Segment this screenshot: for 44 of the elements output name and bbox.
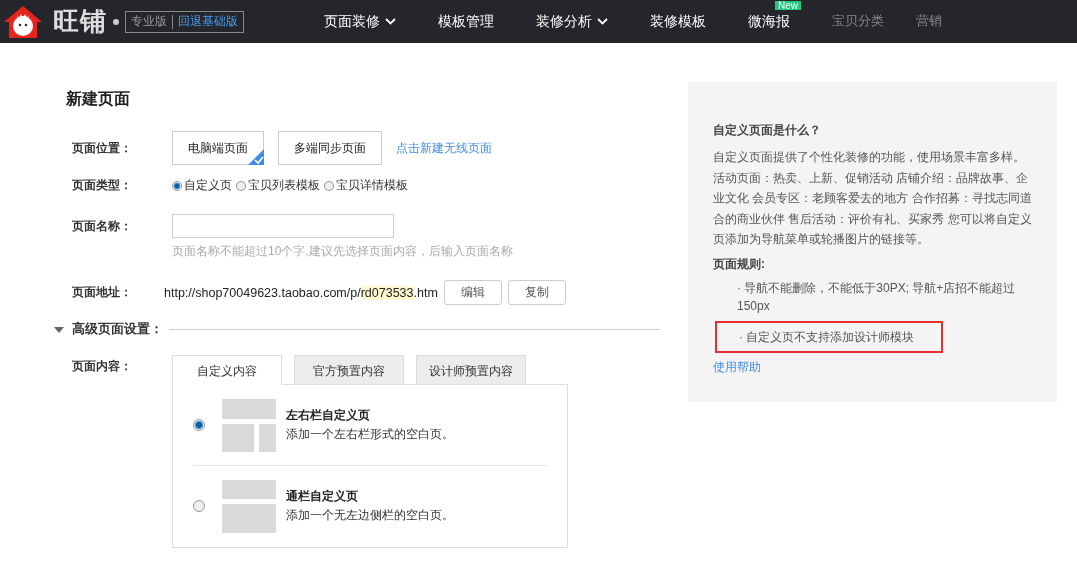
nav-item[interactable]: 装修模板 (650, 12, 706, 31)
logo-text: 旺铺 (53, 5, 107, 38)
page-type-radio[interactable]: 宝贝列表模板 (236, 177, 320, 194)
layout-radio[interactable] (193, 500, 205, 512)
nav-item[interactable]: 模板管理 (438, 12, 494, 31)
help-title: 自定义页面是什么？ (713, 122, 822, 139)
content-tab[interactable]: 自定义内容 (172, 355, 282, 385)
downgrade-link[interactable]: 回退基础版 (178, 13, 238, 30)
collapse-arrow-icon[interactable] (54, 326, 64, 333)
page-type-radio[interactable]: 自定义页 (172, 177, 232, 194)
page-name-input[interactable] (172, 214, 394, 238)
page-position-option[interactable]: 多端同步页面 (278, 131, 382, 165)
rule-text: · 自定义页不支持添加设计师模块 (715, 320, 943, 353)
new-wireless-page-link[interactable]: 点击新建无线页面 (396, 139, 492, 157)
layout-description: 添加一个左右栏形式的空白页。 (286, 426, 454, 443)
field-label: 页面名称： (71, 218, 133, 235)
rules-title: 页面规则: (713, 255, 766, 273)
page-url: http://shop70049623.taobao.com/p/rd073533.htm (164, 285, 438, 300)
full-width-layout-icon (222, 479, 276, 533)
check-icon (248, 149, 264, 165)
logo-icon (3, 4, 43, 39)
help-text: 自定义页面提供了个性化装修的功能，使用场景丰富多样。活动页面：热卖、上新、促销活动 店铺介绍：品牌故事、企业文化 会员专区：老顾客爱去的地方 合作招募：寻找志同道合的商业伙伴 售后活动：评价有礼、买家秀 您可以将自定义页添加为导航菜单或轮播图片的链接等。 (713, 149, 1033, 248)
field-label: 页面内容： (71, 358, 133, 375)
section-heading: 高级页面设置： (72, 321, 163, 338)
content-tab[interactable]: 官方预置内容 (294, 355, 404, 384)
layout-title: 左右栏自定义页 (286, 407, 371, 424)
two-column-layout-icon (222, 398, 276, 452)
nav-item[interactable]: 页面装修 (324, 12, 396, 31)
content-tab[interactable]: 设计师预置内容 (416, 355, 526, 384)
page-title: 新建页面 (66, 89, 131, 109)
url-action-button[interactable]: 编辑 (443, 280, 502, 305)
new-badge: New (775, 0, 801, 10)
layout-description: 添加一个无左边侧栏的空白页。 (286, 507, 454, 524)
page-position-option[interactable]: 电脑端页面 (172, 131, 264, 165)
layout-radio[interactable] (193, 419, 205, 431)
edition-label: 专业版 (131, 13, 167, 30)
hint-text: 页面名称不能超过10个字,建议先选择页面内容，后输入页面名称 (172, 243, 513, 260)
layout-title: 通栏自定义页 (286, 488, 359, 505)
page-type-radio[interactable]: 宝贝详情模板 (324, 177, 408, 194)
nav-item[interactable]: 装修分析 (536, 12, 608, 31)
rule-text: · 导航不能删除，不能低于30PX; 导航+店招不能超过150px (736, 279, 1017, 315)
field-label: 页面类型： (71, 177, 133, 194)
url-action-button[interactable]: 复制 (507, 280, 566, 305)
field-label: 页面位置： (71, 139, 133, 157)
